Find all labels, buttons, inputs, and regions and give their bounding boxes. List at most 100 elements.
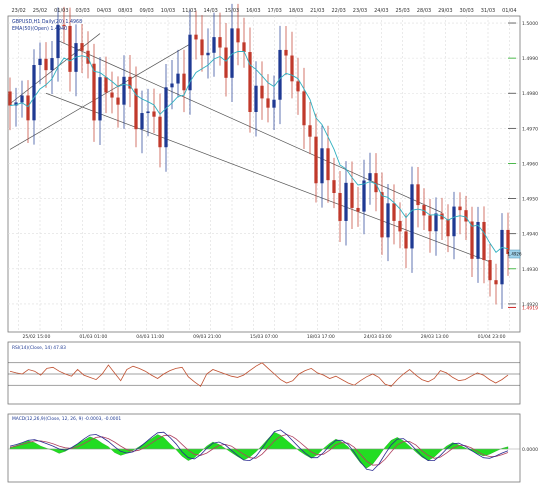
- candle-body: [488, 260, 492, 281]
- candle-body: [494, 280, 498, 285]
- candle-body: [200, 39, 204, 56]
- y-tick-label: 1.4930: [522, 267, 538, 273]
- bottom-date-label: 29/03 13:00: [421, 334, 449, 340]
- candle-body: [218, 37, 222, 48]
- y-tick-label: 1.4950: [522, 197, 538, 203]
- candle-body: [212, 37, 216, 53]
- candle-body: [68, 25, 72, 72]
- candle-body: [332, 180, 336, 194]
- candle-body: [368, 173, 372, 181]
- candle-body: [170, 83, 174, 88]
- candle-body: [296, 81, 300, 92]
- top-date-label: 09/03: [139, 8, 153, 14]
- candle-body: [206, 52, 210, 56]
- candle-body: [194, 34, 198, 40]
- top-date-label: 10/03: [161, 8, 175, 14]
- top-date-label: 18/03: [289, 8, 303, 14]
- candle-body: [308, 125, 312, 137]
- candle-body: [44, 58, 48, 71]
- candle-body: [314, 136, 318, 184]
- candle-body: [392, 203, 396, 221]
- candle-body: [446, 219, 450, 237]
- bottom-date-label: 04/03 11:00: [136, 334, 164, 340]
- candle-body: [152, 111, 156, 117]
- candle-body: [110, 92, 114, 98]
- candle-body: [8, 91, 12, 106]
- candle-body: [176, 73, 180, 84]
- candle-body: [122, 76, 126, 105]
- top-date-label: 23/03: [353, 8, 367, 14]
- bottom-date-label: 25/02 15:00: [22, 334, 50, 340]
- top-date-label: 22/03: [331, 8, 345, 14]
- top-date-label: 17/03: [267, 8, 281, 14]
- legend-ema: EMA(50)(Open) 1.4940: [12, 26, 67, 32]
- candle-body: [20, 95, 24, 103]
- candle-body: [434, 213, 438, 232]
- candle-body: [116, 97, 120, 105]
- candle-body: [182, 73, 186, 91]
- candle-body: [326, 148, 330, 181]
- candle-body: [410, 184, 414, 249]
- candle-body: [50, 58, 54, 71]
- legend-macd: MACD(12,26,9)(Close, 12, 26, 9) -0.0003,…: [12, 416, 121, 422]
- candle-body: [374, 173, 378, 193]
- candle-body: [80, 43, 84, 51]
- candle-body: [476, 221, 480, 259]
- candle-body: [248, 52, 252, 112]
- top-date-label: 31/03: [481, 8, 495, 14]
- candle-body: [236, 28, 240, 43]
- y-tick-label: 1.4990: [522, 56, 538, 62]
- y-tick-label: 1.4980: [522, 91, 538, 97]
- candle-body: [158, 116, 162, 148]
- candle-body: [452, 206, 456, 237]
- candle-body: [464, 210, 468, 222]
- bottom-date-label: 15/03 07:00: [250, 334, 278, 340]
- bottom-date-label: 09/03 21:00: [193, 334, 221, 340]
- candle-body: [404, 231, 408, 249]
- candle-body: [284, 49, 288, 56]
- top-date-label: 25/02: [33, 8, 47, 14]
- top-date-label: 29/03: [438, 8, 452, 14]
- legend-rsi: RSI(14)(Close, 14) 47.83: [12, 345, 66, 351]
- candle-body: [32, 65, 36, 121]
- top-date-label: 11/03: [182, 8, 196, 14]
- top-date-label: 23/02: [11, 8, 25, 14]
- top-date-label: 15/03: [225, 8, 239, 14]
- candle-body: [362, 180, 366, 212]
- candle-body: [104, 77, 108, 93]
- candle-body: [398, 220, 402, 232]
- legend-price: GBPUSD,H1 Daily(20) 1.4968: [12, 19, 82, 25]
- last-price-label: 1.4926: [508, 252, 522, 257]
- top-date-label: 28/03: [417, 8, 431, 14]
- candle-body: [164, 87, 168, 148]
- candle-body: [482, 221, 486, 261]
- top-date-label: 21/03: [310, 8, 324, 14]
- bottom-date-label: 01/04 23:00: [478, 334, 506, 340]
- candle-body: [356, 207, 360, 212]
- y-tick-label: 1.4970: [522, 126, 538, 132]
- candle-body: [140, 113, 144, 130]
- top-date-label: 08/03: [118, 8, 132, 14]
- candle-body: [344, 182, 348, 221]
- top-date-label: 14/03: [203, 8, 217, 14]
- price-panel: [7, 15, 521, 333]
- top-date-label: 03/03: [75, 8, 89, 14]
- top-date-label: 30/03: [459, 8, 473, 14]
- candle-body: [320, 148, 324, 184]
- top-date-label: 25/03: [395, 8, 409, 14]
- y-tick-label: 1.4960: [522, 161, 538, 167]
- y-tick-label: 1.4940: [522, 232, 538, 238]
- top-date-label: 16/03: [246, 8, 260, 14]
- candle-body: [350, 182, 354, 208]
- rsi-panel: [7, 341, 521, 405]
- candle-body: [458, 206, 462, 211]
- chart-svg: 23/02 25/02 01/03 03/03 04/03 08/03 09/03 10/03…: [7, 3, 538, 483]
- y-tick-label: 1.5000: [522, 21, 538, 27]
- candle-body: [146, 111, 150, 114]
- candle-body: [428, 215, 432, 232]
- candle-body: [470, 221, 474, 259]
- candle-body: [500, 229, 504, 285]
- top-date-label: 04/03: [97, 8, 111, 14]
- candle-body: [386, 203, 390, 238]
- bottom-date-label: 24/03 03:00: [364, 334, 392, 340]
